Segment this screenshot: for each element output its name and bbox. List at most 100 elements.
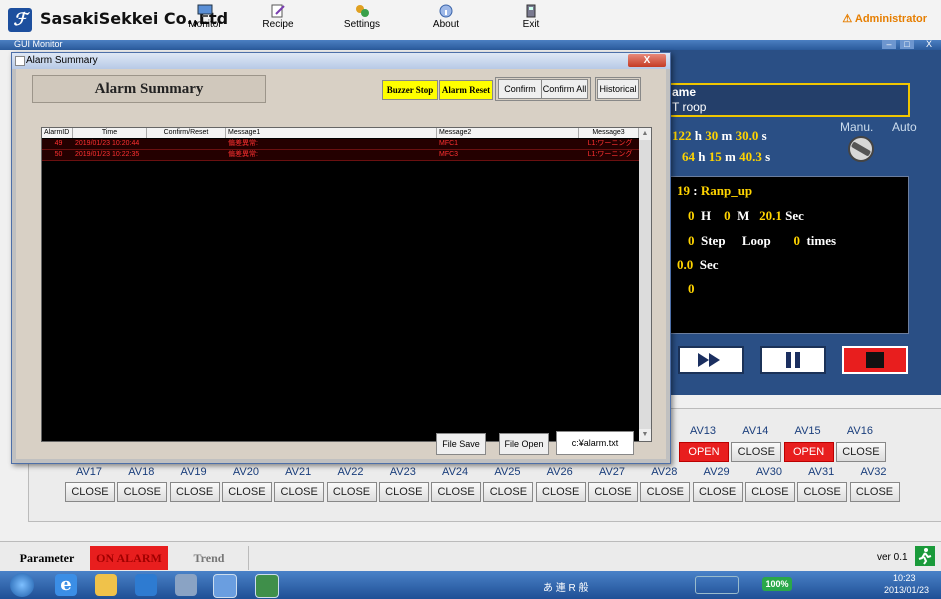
- time2-minutes: 15: [708, 149, 722, 164]
- time2-m-unit: m: [724, 149, 736, 164]
- time1-h-unit: h: [694, 128, 702, 143]
- fast-forward-button[interactable]: [678, 346, 744, 374]
- valve-toggle-button[interactable]: CLOSE: [640, 482, 691, 502]
- alarm-row[interactable]: 49 2019/01/23 10:20:44 偏差異常: MFC1 L1:ワーニ…: [42, 139, 639, 150]
- nav-monitor-button[interactable]: Monitor: [170, 2, 240, 38]
- valve-toggle-button[interactable]: CLOSE: [274, 482, 325, 502]
- remain-minutes: 0: [724, 208, 731, 223]
- col-header-time[interactable]: Time: [73, 128, 147, 138]
- valve-toggle-button[interactable]: CLOSE: [588, 482, 638, 502]
- loop-line: 0 Step Loop 0 times: [688, 233, 908, 249]
- mode-selector-knob[interactable]: [846, 135, 876, 163]
- remain-sec-unit: Sec: [785, 208, 804, 223]
- tab-parameter[interactable]: Parameter: [6, 546, 88, 570]
- scroll-up-icon[interactable]: ▲: [639, 128, 651, 140]
- alarm-reset-button[interactable]: Alarm Reset: [439, 80, 493, 100]
- historical-button[interactable]: Historical: [597, 79, 639, 99]
- pause-button[interactable]: [760, 346, 826, 374]
- valve-label: AV18: [128, 466, 155, 478]
- valve-toggle-button[interactable]: CLOSE: [483, 482, 534, 502]
- nav-recipe-button[interactable]: Recipe: [243, 2, 313, 38]
- alarm-table-scrollbar[interactable]: ▲ ▼: [639, 128, 651, 441]
- valve-toggle-button[interactable]: OPEN: [783, 442, 834, 462]
- elapsed-time-2: 64 h 15 m 40.3 s: [682, 149, 770, 165]
- times-label: times: [806, 233, 837, 248]
- recipe-name-label: ame: [672, 85, 697, 99]
- file-save-button[interactable]: File Save: [436, 433, 486, 455]
- nav-about-button[interactable]: About: [411, 2, 481, 38]
- clock-time[interactable]: 10:23: [893, 573, 916, 583]
- col-header-message1[interactable]: Message1: [226, 128, 437, 138]
- clock-date[interactable]: 2013/01/23: [884, 585, 929, 595]
- elapsed-time-1: 122 h 30 m 30.0 s: [672, 128, 767, 144]
- valve-toggle-button[interactable]: CLOSE: [535, 482, 586, 502]
- ie-icon[interactable]: e: [55, 574, 77, 596]
- buzzer-stop-button[interactable]: Buzzer Stop: [382, 80, 438, 100]
- valve-toggle-button[interactable]: CLOSE: [221, 482, 272, 502]
- valve-label: AV23: [389, 466, 416, 478]
- alarm-row[interactable]: 50 2019/01/23 10:22:35 偏差異常: MFC3 L1:ワーニ…: [42, 150, 639, 161]
- col-header-confirm-reset[interactable]: Confirm/Reset: [147, 128, 226, 138]
- col-header-message2[interactable]: Message2: [437, 128, 579, 138]
- valve-toggle-button[interactable]: CLOSE: [378, 482, 429, 502]
- valve-toggle-button[interactable]: CLOSE: [797, 482, 848, 502]
- tool-icon[interactable]: [175, 574, 197, 596]
- step-name: Ranp_up: [700, 183, 753, 198]
- alarm-window-titlebar[interactable]: Alarm Summary X: [12, 53, 670, 69]
- folder-icon[interactable]: [95, 574, 117, 596]
- step-loop-value: 0: [688, 233, 695, 248]
- confirm-button[interactable]: Confirm: [498, 79, 542, 99]
- valve-label: AV25: [494, 466, 521, 478]
- gui-app-icon[interactable]: [213, 574, 237, 598]
- valve-toggle-button[interactable]: CLOSE: [169, 482, 220, 502]
- col-header-message3[interactable]: Message3: [579, 128, 639, 138]
- valve-toggle-button[interactable]: CLOSE: [65, 482, 115, 502]
- gui-close-button[interactable]: X: [922, 40, 936, 49]
- valve-label: AV13: [689, 425, 717, 437]
- valve-label: AV29: [703, 466, 730, 478]
- valve-toggle-button[interactable]: CLOSE: [326, 482, 377, 502]
- nav-exit-button[interactable]: Exit: [496, 2, 566, 38]
- valve-toggle-button[interactable]: CLOSE: [731, 442, 782, 462]
- alarm-close-button[interactable]: X: [628, 54, 666, 67]
- alarm-window-title: Alarm Summary: [26, 55, 98, 66]
- emergency-exit-icon[interactable]: [915, 546, 935, 566]
- start-button[interactable]: [10, 573, 34, 597]
- alarm-confirm: [147, 150, 226, 160]
- valve-toggle-button[interactable]: OPEN: [679, 442, 729, 462]
- file-path-field[interactable]: c:¥alarm.txt: [556, 431, 634, 455]
- nav-about-label: About: [432, 19, 460, 30]
- valve-toggle-button[interactable]: CLOSE: [692, 482, 743, 502]
- tab-on-alarm[interactable]: ON ALARM: [90, 546, 168, 570]
- confirm-all-button[interactable]: Confirm All: [541, 79, 588, 99]
- scroll-down-icon[interactable]: ▼: [639, 429, 651, 441]
- alarm-window-body: Alarm Summary Buzzer Stop Alarm Reset Co…: [16, 69, 666, 459]
- valve-toggle-button[interactable]: CLOSE: [849, 482, 900, 502]
- valve-toggle-button[interactable]: CLOSE: [117, 482, 168, 502]
- media-player-icon[interactable]: [135, 574, 157, 596]
- valve-toggle-button[interactable]: CLOSE: [431, 482, 482, 502]
- zoom-level[interactable]: 100%: [762, 577, 792, 591]
- battery-icon[interactable]: [695, 576, 739, 594]
- gui-monitor-titlebar: GUI Monitor: [0, 39, 941, 50]
- alarm-table: AlarmID Time Confirm/Reset Message1 Mess…: [41, 127, 652, 442]
- sec-value: 0.0: [677, 257, 694, 272]
- pause-icon: [786, 352, 800, 368]
- exit-icon: [526, 4, 536, 18]
- gui-maximize-button[interactable]: □: [900, 40, 914, 49]
- valve-toggle-button[interactable]: CLOSE: [835, 442, 886, 462]
- col-header-alarmid[interactable]: AlarmID: [42, 128, 73, 138]
- settings-icon: [356, 5, 369, 17]
- tab-trend[interactable]: Trend: [170, 546, 249, 570]
- remain-h-unit: H: [701, 208, 712, 223]
- mode-manu-label: Manu.: [840, 120, 874, 134]
- file-open-button[interactable]: File Open: [499, 433, 549, 455]
- remain-m-unit: M: [737, 208, 750, 223]
- stop-button[interactable]: [842, 346, 908, 374]
- ime-status[interactable]: あ 連 R 般: [543, 579, 589, 594]
- valve-toggle-button[interactable]: CLOSE: [744, 482, 795, 502]
- gui-minimize-button[interactable]: –: [882, 40, 896, 49]
- windows-taskbar: e あ 連 R 般 100% 10:23 2013/01/23: [0, 571, 941, 599]
- excel-icon[interactable]: [255, 574, 279, 598]
- nav-settings-button[interactable]: Settings: [327, 2, 397, 38]
